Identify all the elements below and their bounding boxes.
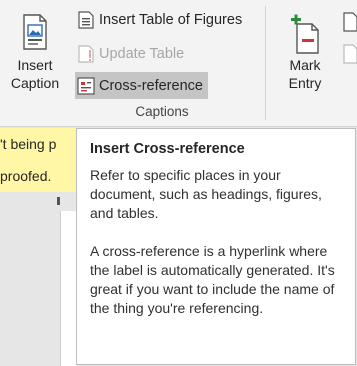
mark-entry-label: Mark Entry bbox=[288, 57, 322, 91]
document-page-edge bbox=[60, 211, 77, 366]
group-divider bbox=[265, 6, 266, 120]
mark-entry-icon bbox=[291, 14, 319, 54]
table-of-figures-icon bbox=[78, 11, 94, 29]
cross-reference-icon bbox=[77, 76, 95, 95]
cross-reference-tooltip: Insert Cross-reference Refer to specific… bbox=[76, 128, 356, 365]
mark-entry-button[interactable]: Mark Entry bbox=[280, 10, 330, 106]
insert-table-of-figures-label: Insert Table of Figures bbox=[99, 12, 243, 28]
highlighted-text-line-2: proofed. bbox=[0, 160, 76, 192]
ruler-marker bbox=[57, 197, 60, 205]
highlighted-text-line-1: 't being p bbox=[0, 128, 76, 160]
tooltip-details: A cross-reference is a hyperlink where t… bbox=[90, 243, 335, 316]
cross-reference-button[interactable]: Cross-reference bbox=[75, 72, 208, 99]
captions-group-label: Captions bbox=[135, 104, 189, 119]
partial-ribbon-icon-2 bbox=[343, 44, 357, 64]
tooltip-title: Insert Cross-reference bbox=[90, 141, 245, 157]
update-table-label: Update Table bbox=[99, 46, 185, 62]
cross-reference-label: Cross-reference bbox=[99, 77, 203, 94]
insert-caption-icon bbox=[23, 14, 47, 50]
references-ribbon: Insert Caption Insert Table of Figures U… bbox=[0, 0, 357, 127]
update-table-button[interactable]: Update Table bbox=[77, 42, 184, 66]
update-table-icon bbox=[78, 45, 94, 63]
insert-caption-button[interactable]: Insert Caption bbox=[2, 10, 68, 106]
partial-ribbon-icon bbox=[343, 12, 357, 32]
insert-caption-label: Insert Caption bbox=[10, 57, 60, 91]
insert-table-of-figures-button[interactable]: Insert Table of Figures bbox=[77, 8, 242, 32]
tooltip-description: Refer to specific places in your documen… bbox=[90, 167, 322, 221]
